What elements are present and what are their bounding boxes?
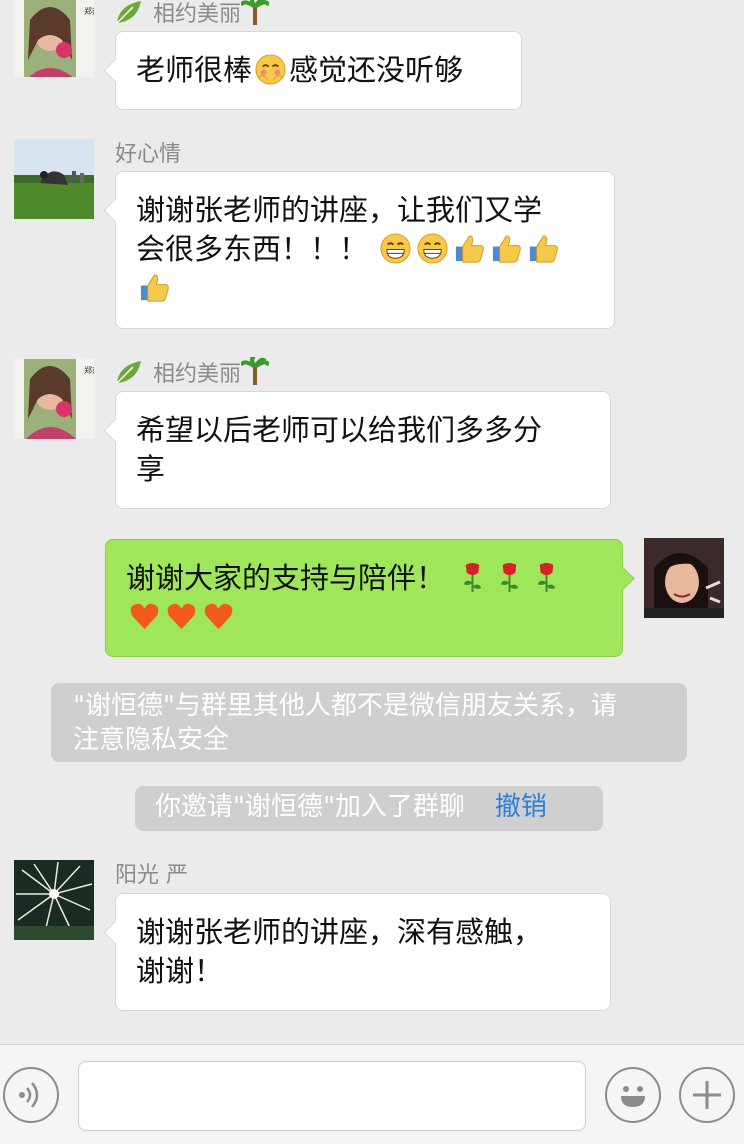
privacy-notice: "谢恒德"与群里其他人都不是微信朋友关系，请 注意隐私安全 bbox=[51, 683, 687, 762]
sender-name: 好心情 bbox=[115, 142, 182, 167]
leaf-icon bbox=[116, 361, 141, 384]
avatar-image: 郑燕远 bbox=[14, 359, 94, 439]
avatar[interactable]: 郑燕远 bbox=[14, 359, 94, 439]
message-text: 谢谢大家的支持与陪伴！ bbox=[126, 561, 446, 595]
message-text-line bbox=[136, 269, 594, 308]
avatar[interactable] bbox=[14, 139, 94, 219]
message-text: 谢谢！ bbox=[136, 954, 224, 988]
message-text-line: 谢谢大家的支持与陪伴！ bbox=[126, 559, 602, 598]
palm-tree-icon bbox=[241, 357, 270, 385]
own-message-bubble[interactable]: 谢谢大家的支持与陪伴！ bbox=[105, 539, 623, 657]
avatar-image bbox=[644, 538, 724, 618]
input-bar bbox=[0, 1044, 744, 1144]
message-bubble[interactable]: 老师很棒 感觉还没听够 bbox=[115, 31, 522, 110]
voice-button[interactable] bbox=[3, 1067, 59, 1123]
own-avatar[interactable] bbox=[644, 538, 724, 618]
palm-tree-icon bbox=[241, 0, 270, 25]
privacy-notice-text: "谢恒德"与群里其他人都不是微信朋友关系，请 bbox=[73, 691, 617, 721]
avatar[interactable]: 郑燕远 bbox=[14, 0, 94, 77]
heart-emoji-icon bbox=[130, 603, 159, 630]
avatar-sign: 郑燕远 bbox=[84, 6, 94, 16]
message-text: 谢谢张老师的讲座，让我们又学 bbox=[136, 193, 543, 227]
message-text-line: 会很多东西！！！ bbox=[136, 230, 594, 269]
sender-name-text: 相约美丽 bbox=[153, 362, 242, 387]
message-input[interactable] bbox=[78, 1061, 586, 1131]
message-text-line bbox=[126, 598, 602, 637]
thumbs-up-emoji-icon bbox=[140, 274, 169, 302]
thumbs-up-emoji-icon bbox=[456, 235, 485, 263]
message-text: 希望以后老师可以给我们多多分 bbox=[136, 413, 543, 447]
avatar-image bbox=[14, 860, 94, 940]
privacy-notice-text: 注意隐私安全 bbox=[73, 725, 230, 755]
sender-name: 相约美丽 bbox=[115, 356, 270, 388]
avatar-image: 郑燕远 bbox=[14, 0, 94, 77]
invite-notice: 你邀请"谢恒德"加入了群聊 撤销 bbox=[135, 786, 603, 831]
message-text: 谢谢张老师的讲座，深有感触， bbox=[136, 915, 543, 949]
heart-emoji-icon bbox=[167, 603, 196, 630]
emoji-icon bbox=[621, 1086, 645, 1107]
message-text: 享 bbox=[136, 452, 166, 486]
thumbs-up-emoji-icon bbox=[493, 235, 522, 263]
sender-name: 阳光 严 bbox=[115, 863, 188, 888]
sender-name: 相约美丽 bbox=[115, 0, 270, 28]
message-bubble[interactable]: 谢谢张老师的讲座，深有感触， 谢谢！ bbox=[115, 893, 611, 1011]
rose-emoji-icon bbox=[463, 562, 482, 593]
message-text: 老师很棒 bbox=[136, 53, 253, 87]
thumbs-up-emoji-icon bbox=[530, 235, 559, 263]
avatar-image bbox=[14, 139, 94, 219]
voice-icon bbox=[19, 1082, 39, 1108]
message-bubble[interactable]: 谢谢张老师的讲座，让我们又学 会很多东西！！！ bbox=[115, 171, 615, 329]
message-bubble[interactable]: 希望以后老师可以给我们多多分 享 bbox=[115, 391, 611, 509]
rose-emoji-icon bbox=[537, 562, 556, 593]
invite-notice-text: 你邀请"谢恒德"加入了群聊 bbox=[155, 792, 465, 822]
message-text: 会很多东西！！！ bbox=[136, 232, 369, 266]
undo-link[interactable]: 撤销 bbox=[495, 792, 547, 822]
emoji-button[interactable] bbox=[605, 1067, 661, 1123]
avatar[interactable] bbox=[14, 860, 94, 940]
plus-icon bbox=[693, 1081, 721, 1109]
sender-name-text: 相约美丽 bbox=[153, 2, 242, 27]
heart-emoji-icon bbox=[204, 603, 233, 630]
avatar-sign: 郑燕远 bbox=[84, 365, 94, 375]
rose-emoji-icon bbox=[500, 562, 519, 593]
chat-area[interactable]: 郑燕远 相约美丽 老师很棒 感觉还没听够 好心情 谢谢张老师的讲座，让我们又学 会… bbox=[0, 0, 744, 1044]
grin-emoji-icon bbox=[417, 233, 448, 264]
message-text-after: 感觉还没听够 bbox=[289, 53, 464, 87]
grin-emoji-icon bbox=[380, 233, 411, 264]
more-button[interactable] bbox=[679, 1067, 735, 1123]
shy-face-emoji-icon bbox=[255, 54, 286, 85]
leaf-icon bbox=[116, 1, 141, 24]
